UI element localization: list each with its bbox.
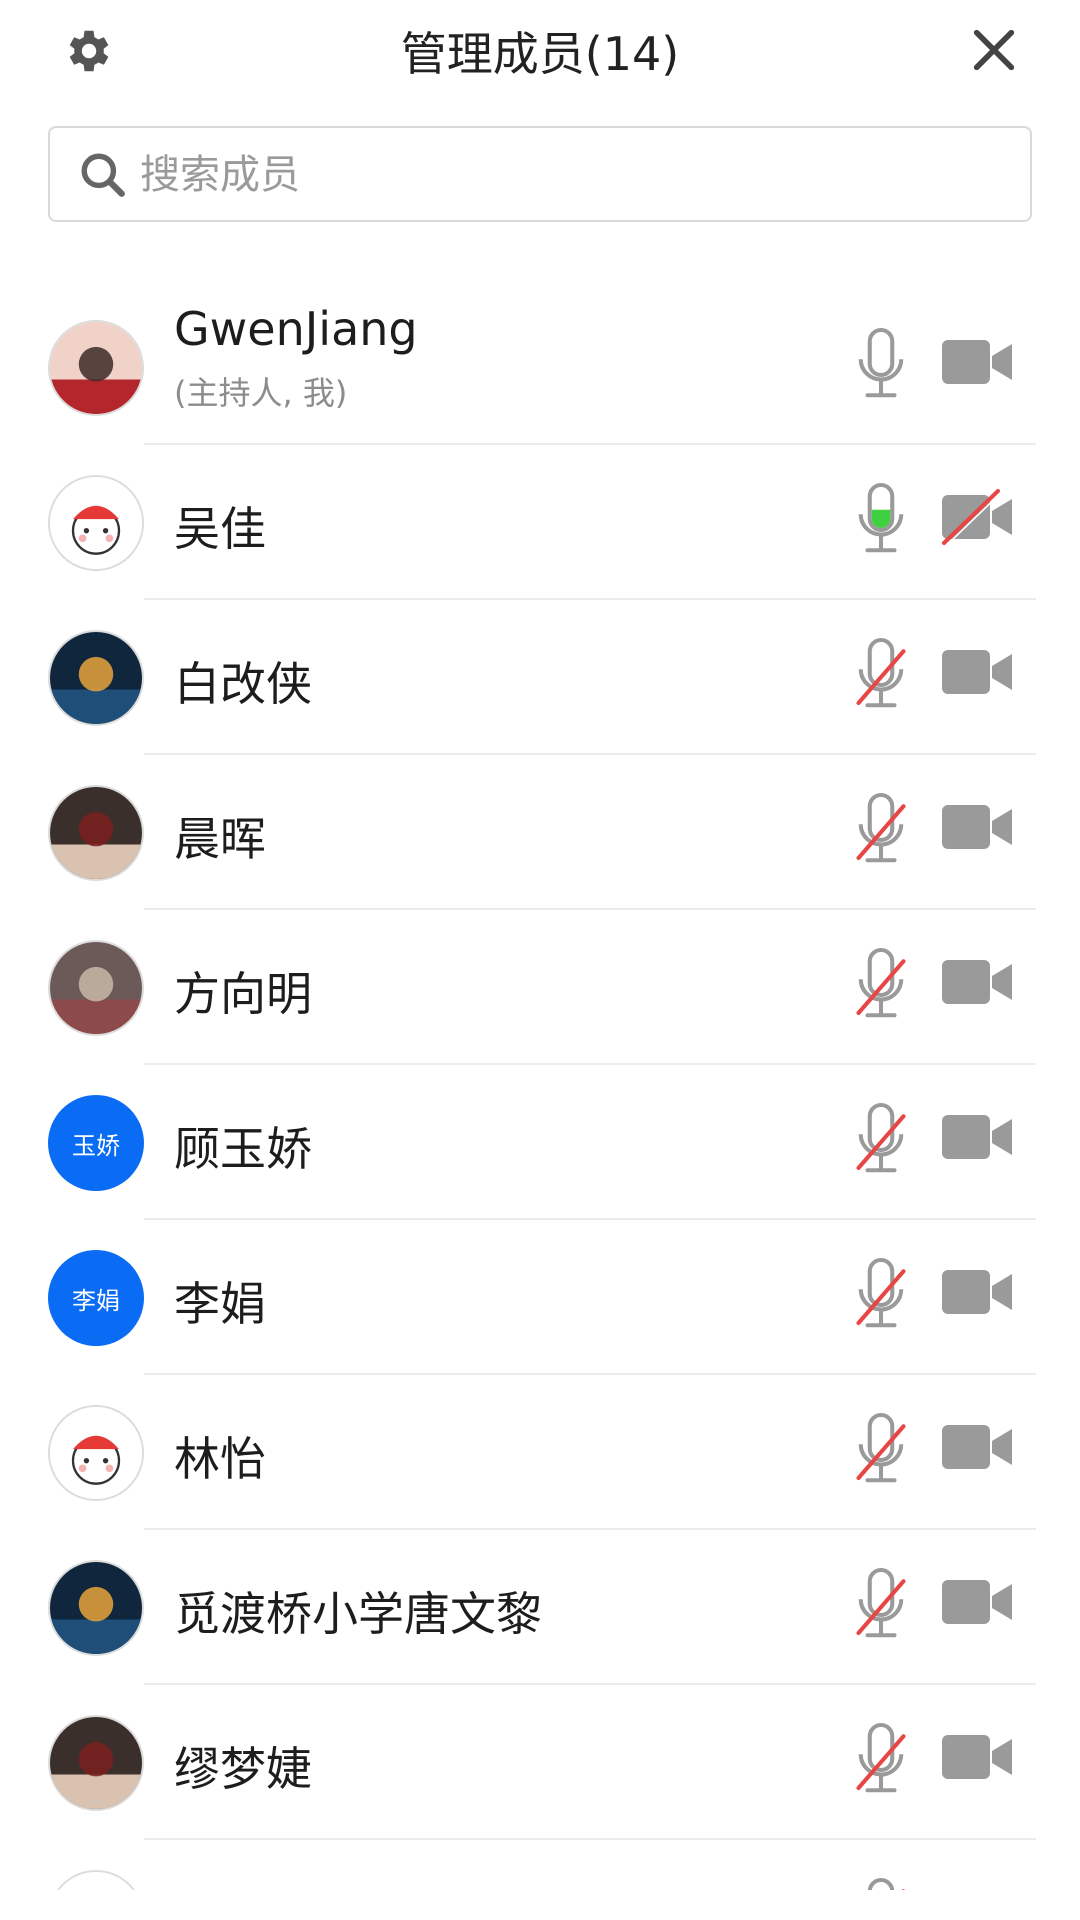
- member-name: 白改侠: [174, 657, 312, 711]
- avatar-initials: 玉娇: [72, 1131, 120, 1160]
- member-row[interactable]: 吴佳: [0, 445, 1080, 600]
- mic-muted-icon[interactable]: [854, 634, 908, 718]
- camera-icon[interactable]: [940, 1884, 1014, 1890]
- avatar: [48, 1715, 144, 1811]
- camera-icon[interactable]: [940, 1729, 1014, 1785]
- avatar: 李娟: [48, 1250, 144, 1346]
- camera-icon[interactable]: [940, 644, 1014, 700]
- mic-muted-icon[interactable]: [854, 789, 908, 873]
- mic-muted-icon[interactable]: [854, 1874, 908, 1890]
- member-name: 李娟: [174, 1277, 266, 1331]
- member-name: 孙岩: [174, 1888, 266, 1890]
- avatar: [48, 1405, 144, 1501]
- avatar: [48, 1560, 144, 1656]
- mic-icon[interactable]: [854, 479, 908, 563]
- member-name: 方向明: [174, 967, 312, 1021]
- member-row[interactable]: 白改侠: [0, 600, 1080, 755]
- camera-icon[interactable]: [940, 334, 1014, 390]
- mic-muted-icon[interactable]: [854, 1099, 908, 1183]
- avatar: [48, 1870, 144, 1890]
- search-icon: [81, 153, 125, 197]
- member-name: 吴佳: [174, 502, 266, 556]
- camera-icon[interactable]: [940, 1574, 1014, 1630]
- member-row[interactable]: 觅渡桥小学唐文黎: [0, 1530, 1080, 1685]
- mic-muted-icon[interactable]: [854, 1564, 908, 1648]
- camera-icon[interactable]: [940, 1264, 1014, 1320]
- member-name: 晨晖: [174, 812, 266, 866]
- avatar: [48, 785, 144, 881]
- avatar: [48, 630, 144, 726]
- search-input[interactable]: [140, 142, 1000, 208]
- mic-icon[interactable]: [854, 324, 908, 408]
- mic-muted-icon[interactable]: [854, 1254, 908, 1338]
- avatar: 玉娇: [48, 1095, 144, 1191]
- avatar: [48, 320, 144, 416]
- header: 管理成员(14): [0, 0, 1080, 100]
- member-row[interactable]: 玉娇 顾玉娇: [0, 1065, 1080, 1220]
- avatar: [48, 940, 144, 1036]
- search-box[interactable]: [48, 126, 1032, 222]
- camera-icon[interactable]: [940, 799, 1014, 855]
- camera-off-icon[interactable]: [940, 489, 1014, 546]
- avatar: [48, 475, 144, 571]
- member-row[interactable]: 方向明: [0, 910, 1080, 1065]
- mic-muted-icon[interactable]: [854, 1719, 908, 1803]
- member-row[interactable]: 李娟 李娟: [0, 1220, 1080, 1375]
- member-row[interactable]: 林怡: [0, 1375, 1080, 1530]
- mic-muted-icon[interactable]: [854, 1409, 908, 1493]
- camera-icon[interactable]: [940, 954, 1014, 1010]
- page-title: 管理成员(14): [400, 27, 680, 81]
- close-icon[interactable]: [968, 24, 1020, 76]
- member-role: (主持人, 我): [174, 374, 348, 412]
- mic-muted-icon[interactable]: [854, 944, 908, 1028]
- member-name: 林怡: [174, 1432, 266, 1486]
- member-row[interactable]: GwenJiang (主持人, 我): [0, 290, 1080, 445]
- member-row[interactable]: 晨晖: [0, 755, 1080, 910]
- member-row[interactable]: 孙岩: [0, 1840, 1080, 1890]
- member-name: 缪梦婕: [174, 1742, 312, 1796]
- member-name: GwenJiang: [174, 302, 418, 356]
- member-name: 觅渡桥小学唐文黎: [174, 1587, 542, 1641]
- camera-icon[interactable]: [940, 1419, 1014, 1475]
- camera-icon[interactable]: [940, 1109, 1014, 1165]
- member-row[interactable]: 缪梦婕: [0, 1685, 1080, 1840]
- avatar-initials: 李娟: [72, 1286, 120, 1315]
- member-list: GwenJiang (主持人, 我) 吴佳白改侠晨晖方向明玉娇 顾玉娇李娟 李娟林怡觅渡…: [0, 290, 1080, 1890]
- member-name: 顾玉娇: [174, 1122, 312, 1176]
